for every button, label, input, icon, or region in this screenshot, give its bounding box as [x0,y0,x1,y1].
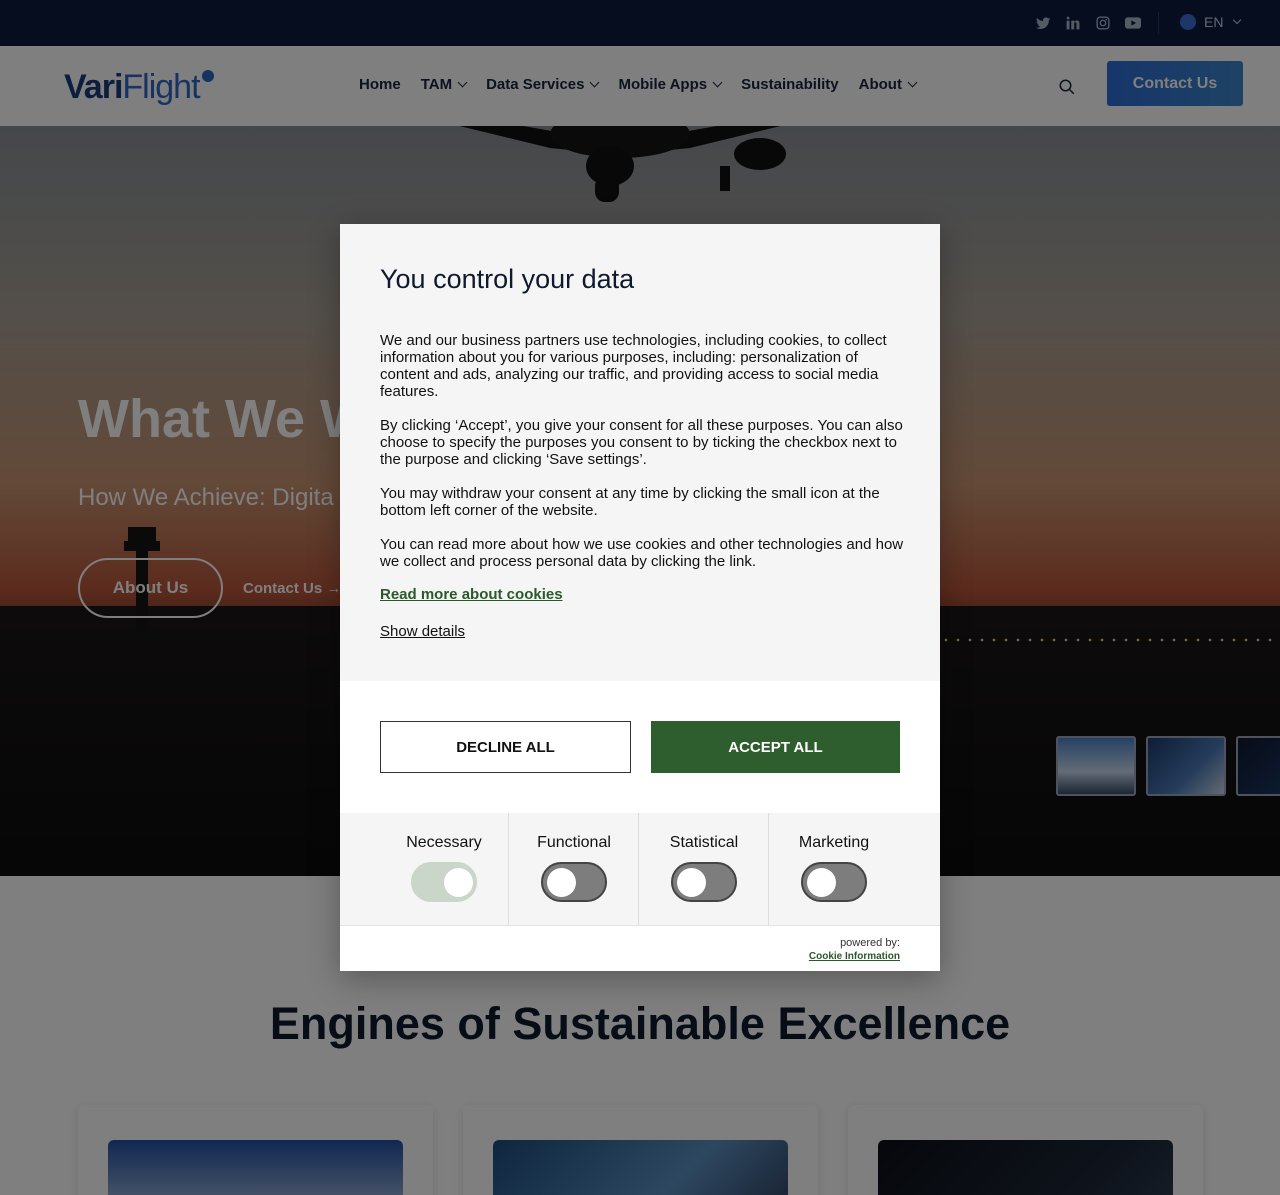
dialog-title: You control your data [380,264,635,294]
show-details-link[interactable]: Show details [380,623,465,640]
decline-all-button[interactable]: DECLINE ALL [380,721,631,773]
toggle-knob [807,868,836,897]
category-label: Functional [537,834,611,851]
necessary-toggle[interactable] [411,862,477,902]
consent-categories: Necessary Functional Statistical Marketi… [340,813,940,925]
powered-by-footer: powered by: Cookie Information [340,925,940,971]
consent-buttons: DECLINE ALL ACCEPT ALL [340,681,940,813]
consent-text: We and our business partners use technol… [380,332,904,587]
category-functional: Functional [509,813,639,925]
cookie-consent-dialog: You control your data We and our busines… [340,224,940,971]
statistical-toggle[interactable] [671,862,737,902]
toggle-knob [677,868,706,897]
category-necessary: Necessary [379,813,509,925]
powered-by-label: powered by: [840,937,900,949]
marketing-toggle[interactable] [801,862,867,902]
consent-paragraph: You can read more about how we use cooki… [380,536,904,570]
category-statistical: Statistical [639,813,769,925]
toggle-knob [444,868,473,897]
functional-toggle[interactable] [541,862,607,902]
toggle-knob [547,868,576,897]
consent-paragraph: You may withdraw your consent at any tim… [380,485,880,519]
consent-paragraph: We and our business partners use technol… [380,332,887,400]
category-label: Marketing [798,834,870,851]
category-label: Statistical [669,834,739,851]
category-label: Necessary [406,834,482,851]
accept-all-button[interactable]: ACCEPT ALL [651,721,900,773]
read-more-cookies-link[interactable]: Read more about cookies [380,586,563,603]
category-marketing: Marketing [769,813,899,925]
consent-paragraph: By clicking ‘Accept’, you give your cons… [380,417,903,468]
cookie-information-link[interactable]: Cookie Information [809,951,900,962]
